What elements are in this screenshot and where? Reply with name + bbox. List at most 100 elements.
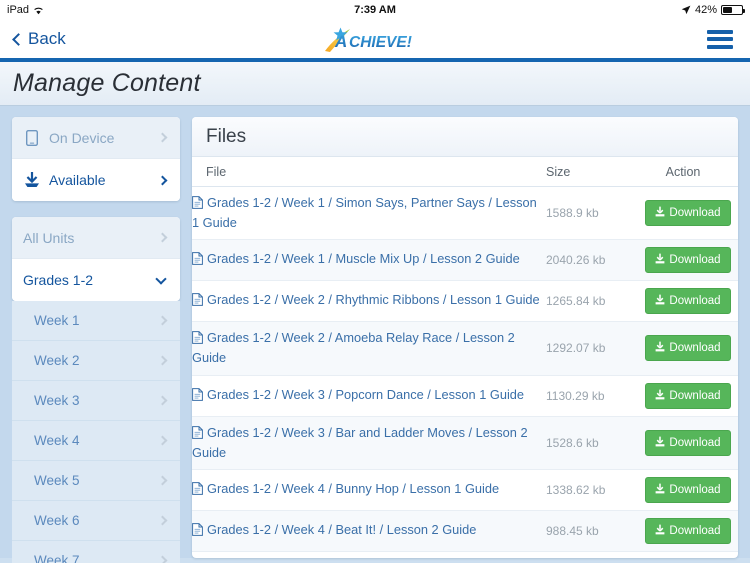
page-title-bar: Manage Content [0,62,750,106]
table-row: Grades 1-2 / Week 4 / Beat It! / Lesson … [192,510,738,552]
download-button-label: Download [669,389,721,402]
download-button[interactable]: Download [645,517,731,544]
table-row: Grades 1-2 / Week 3 / Popcorn Dance / Le… [192,375,738,417]
table-header-row: File Size Action [192,157,738,187]
sidebar-item-week-6[interactable]: Week 6 [12,501,180,541]
week-label: Week 4 [34,433,80,448]
document-icon [192,331,203,349]
file-link[interactable]: Grades 1-2 / Week 4 / Beat It! / Lesson … [192,521,546,541]
table-row: Grades 1-2 / Week 2 / Rhythmic Ribbons /… [192,280,738,323]
chevron-right-icon [157,315,168,326]
download-button[interactable]: Download [645,247,731,274]
sidebar-item-all-units[interactable]: All Units [12,217,180,259]
download-button[interactable]: Download [645,429,731,456]
file-action-cell: Download [638,321,738,376]
column-header-action: Action [638,157,738,187]
download-tray-icon [23,172,41,188]
files-panel: Files File Size Action Grades 1-2 / Week… [192,117,738,558]
week-label: Week 1 [34,313,80,328]
file-action-cell: Download [638,469,738,511]
source-filter-card: On Device Available [12,117,180,201]
file-name-cell: Grades 1-2 / Week 3 / Bar and Ladder Mov… [192,416,546,470]
column-header-file: File [192,157,546,187]
week-list: Week 1 Week 2 Week 3 Week 4 Week 5 Week … [12,301,180,563]
sidebar-item-week-2[interactable]: Week 2 [12,341,180,381]
chevron-left-icon [12,32,25,46]
sidebar-item-week-3[interactable]: Week 3 [12,381,180,421]
table-row: Grades 1-2 / Week 4 / Bunny Hop / Lesson… [192,469,738,511]
document-icon [192,293,203,311]
file-action-cell: Download [638,416,738,470]
device-name: iPad [7,4,30,16]
file-link[interactable]: Grades 1-2 / Week 1 / Simon Says, Partne… [192,194,546,232]
sidebar-item-all-units-label: All Units [23,229,75,246]
file-action-cell: Download [638,186,738,241]
file-link[interactable]: Grades 1-2 / Week 2 / Rhythmic Ribbons /… [192,291,546,311]
files-panel-header: Files [192,117,738,157]
file-link[interactable]: Grades 1-2 / Week 3 / Popcorn Dance / Le… [192,386,546,406]
file-name-text: Grades 1-2 / Week 1 / Simon Says, Partne… [192,195,537,231]
document-icon [192,196,203,214]
back-button[interactable]: Back [12,29,66,49]
week-label: Week 5 [34,473,80,488]
document-icon [192,522,203,541]
table-row: Grades 1-2 / Week 3 / Bar and Ladder Mov… [192,416,738,470]
battery-percent: 42% [694,4,717,16]
file-link[interactable]: Grades 1-2 / Week 2 / Amoeba Relay Race … [192,329,546,367]
app-root: iPad 7:39 AM 42% Back A CHIEVE! Manage C… [0,0,750,563]
navigation-bar: Back A CHIEVE! [0,20,750,62]
file-name-text: Grades 1-2 / Week 2 / Amoeba Relay Race … [192,330,515,366]
download-button[interactable]: Download [645,288,731,315]
file-size-cell: 1130.29 kb [546,375,638,417]
download-icon [655,483,665,497]
ios-status-bar: iPad 7:39 AM 42% [0,0,750,20]
file-action-cell: Download [638,510,738,552]
download-button-label: Download [669,254,721,267]
download-icon [655,206,665,220]
document-icon [192,387,203,406]
file-link[interactable]: Grades 1-2 / Week 3 / Bar and Ladder Mov… [192,424,546,462]
sidebar-item-on-device[interactable]: On Device [12,117,180,159]
file-size-cell: 1528.6 kb [546,416,638,470]
sidebar-item-on-device-label: On Device [49,129,115,146]
download-button[interactable]: Download [645,382,731,409]
battery-icon [721,5,745,15]
download-icon [655,436,665,450]
download-button[interactable]: Download [645,335,731,362]
table-row: Grades 1-2 / Week 1 / Simon Says, Partne… [192,186,738,241]
status-bar-right: 42% [681,4,745,16]
week-label: Week 3 [34,393,80,408]
file-name-cell: Grades 1-2 / Week 5 / Follow You, Follow… [192,551,546,558]
download-button-label: Download [669,342,721,355]
sidebar-item-week-4[interactable]: Week 4 [12,421,180,461]
document-icon [192,481,203,500]
app-logo: A CHIEVE! [0,24,750,54]
sidebar-item-available[interactable]: Available [12,159,180,201]
table-row: Grades 1-2 / Week 5 / Follow You, Follow… [192,551,738,558]
achieve-logo-mark: A CHIEVE! [325,27,412,52]
file-action-cell: Download [638,239,738,282]
file-size-cell: 1588.9 kb [546,186,638,241]
sidebar-item-available-label: Available [49,172,106,188]
sidebar: On Device Available All Units Grades 1-2… [12,117,180,563]
files-panel-title: Files [206,125,247,147]
sidebar-item-grades-1-2[interactable]: Grades 1-2 [12,259,180,301]
svg-text:CHIEVE!: CHIEVE! [349,34,412,51]
file-name-text: Grades 1-2 / Week 1 / Muscle Mix Up / Le… [207,251,520,267]
download-button[interactable]: Download [645,476,731,503]
file-name-text: Grades 1-2 / Week 4 / Bunny Hop / Lesson… [207,480,500,496]
sidebar-item-week-1[interactable]: Week 1 [12,301,180,341]
download-button[interactable]: Download [645,200,731,227]
file-link[interactable]: Grades 1-2 / Week 1 / Muscle Mix Up / Le… [192,250,546,270]
hamburger-menu-icon[interactable] [704,27,736,52]
file-link[interactable]: Grades 1-2 / Week 4 / Bunny Hop / Lesson… [192,480,546,500]
back-button-label: Back [28,29,66,48]
week-label: Week 7 [34,553,80,563]
download-button-label: Download [669,207,721,220]
sidebar-item-week-7[interactable]: Week 7 [12,541,180,563]
download-icon [655,341,665,355]
download-icon [655,389,665,403]
sidebar-item-week-5[interactable]: Week 5 [12,461,180,501]
file-action-cell: Download [638,280,738,323]
chevron-down-icon [155,272,167,285]
